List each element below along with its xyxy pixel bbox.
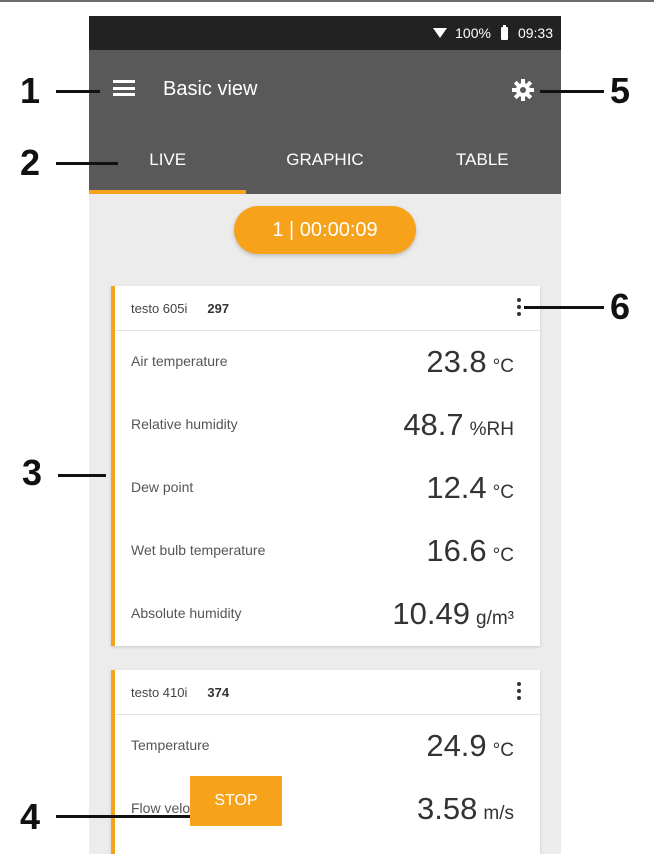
- reading-unit: °C: [492, 482, 514, 503]
- reading-value: 10.49: [392, 596, 470, 631]
- battery-level: 100%: [455, 25, 491, 41]
- callout-3: 3: [22, 452, 43, 493]
- callout-2: 2: [20, 142, 41, 183]
- measurement-timer[interactable]: 1 | 00:00:09: [234, 206, 416, 254]
- reading-label: Absolute humidity: [131, 605, 242, 621]
- reading-row: Relative humidity 48.7 %RH: [115, 394, 540, 457]
- reading-unit: °C: [492, 740, 514, 761]
- callout-4: 4: [20, 796, 41, 837]
- tab-bar: LIVE GRAPHIC TABLE: [89, 132, 561, 194]
- reading-unit: m/s: [483, 803, 514, 824]
- reading-row: Flow velocity 3.58 m/s: [115, 778, 540, 841]
- hamburger-icon[interactable]: [113, 80, 135, 96]
- callout-line-3: [58, 474, 106, 477]
- device-card-2: testo 410i 374 Temperature 24.9 °C Flow v…: [111, 670, 540, 854]
- reading-label: Temperature: [131, 737, 210, 753]
- battery-icon: [500, 24, 508, 40]
- top-border-line: [0, 0, 654, 2]
- reading-value: 3.58: [417, 791, 478, 826]
- kebab-icon[interactable]: [516, 682, 522, 702]
- reading-row: Air temperature 23.8 °C: [115, 331, 540, 394]
- reading-value: 23.8: [426, 344, 487, 379]
- device-serial: 374: [207, 684, 230, 700]
- kebab-icon[interactable]: [516, 298, 522, 318]
- callout-line-2: [56, 162, 118, 165]
- card-header: testo 605i 297: [115, 286, 540, 331]
- device-name: testo 410i: [131, 684, 188, 700]
- clock: 09:33: [517, 25, 553, 41]
- callout-line-1: [56, 90, 100, 93]
- tab-graphic[interactable]: GRAPHIC: [246, 132, 403, 194]
- gear-icon[interactable]: [511, 78, 535, 102]
- reading-row: Dew point 12.4 °C: [115, 457, 540, 520]
- reading-unit: g/m³: [476, 608, 514, 629]
- tab-table[interactable]: TABLE: [404, 132, 561, 194]
- reading-label: Wet bulb temperature: [131, 542, 266, 558]
- app-bar: Basic view: [89, 50, 561, 132]
- reading-unit: °C: [492, 545, 514, 566]
- phone-screen: 100% 09:33 Basic view LIVE GRAPHIC TABLE: [89, 16, 561, 854]
- reading-label: Air temperature: [131, 353, 228, 369]
- page-title: Basic view: [163, 78, 258, 100]
- callout-line-4: [56, 815, 190, 818]
- reading-value: 24.9: [426, 728, 487, 763]
- reading-label: Relative humidity: [131, 416, 238, 432]
- callout-line-5: [540, 90, 604, 93]
- reading-row: Wet bulb temperature 16.6 °C: [115, 520, 540, 583]
- callout-1: 1: [20, 70, 41, 111]
- status-bar: 100% 09:33: [89, 16, 561, 50]
- reading-label: Dew point: [131, 479, 194, 495]
- device-serial: 297: [207, 300, 230, 316]
- callout-line-6: [524, 306, 604, 309]
- device-card-1: testo 605i 297 Air temperature 23.8 °C Re…: [111, 286, 540, 646]
- reading-unit: %RH: [469, 419, 514, 440]
- reading-value: 12.4: [426, 470, 487, 505]
- reading-row: Temperature 24.9 °C: [115, 715, 540, 778]
- card-header: testo 410i 374: [115, 670, 540, 715]
- stop-button[interactable]: STOP: [190, 776, 282, 826]
- device-name: testo 605i: [131, 300, 188, 316]
- reading-row: Absolute humidity 10.49 g/m³: [115, 583, 540, 646]
- callout-6: 6: [610, 286, 631, 327]
- reading-unit: °C: [492, 356, 514, 377]
- reading-value: 48.7: [403, 407, 464, 442]
- reading-value: 16.6: [426, 533, 487, 568]
- wifi-icon: [433, 28, 448, 38]
- callout-5: 5: [610, 70, 631, 111]
